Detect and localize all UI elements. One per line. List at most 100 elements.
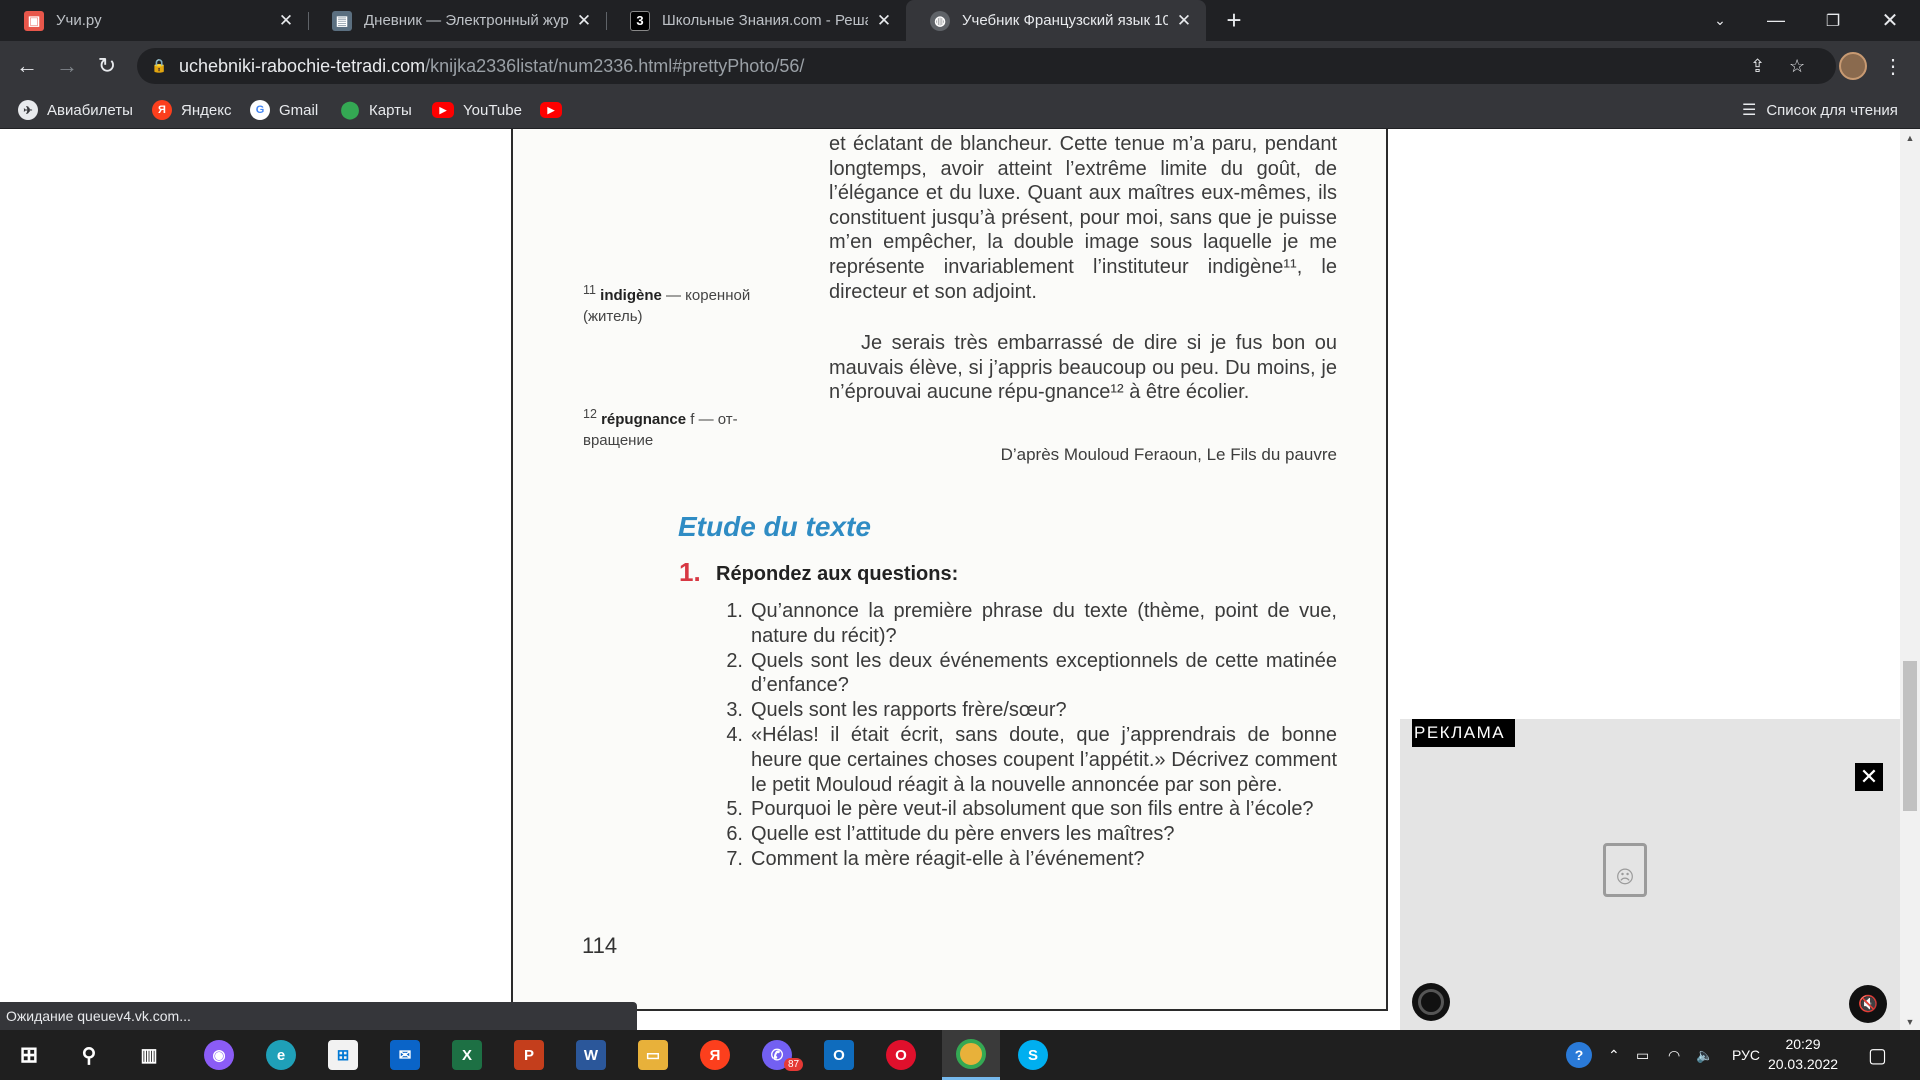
footnote-11: 11 indigène — коренной (житель)	[583, 280, 788, 327]
profile-avatar[interactable]	[1837, 50, 1869, 82]
language-indicator[interactable]: РУС	[1732, 1030, 1760, 1080]
question-item: 1. Qu’annonce la première phrase du texte…	[713, 599, 1337, 649]
tray-overflow-icon[interactable]: ⌃	[1608, 1030, 1620, 1080]
footnote-12: 12 répugnance f — от-вращение	[583, 404, 788, 451]
reload-icon[interactable]: ↻	[91, 50, 123, 82]
taskbar-outlook[interactable]: O	[810, 1030, 868, 1080]
bookmark-yandex[interactable]: Я Яндекс	[152, 91, 231, 129]
bookmark-star-icon[interactable]: ☆	[1789, 48, 1805, 84]
edge-icon: e	[266, 1040, 296, 1070]
skype-icon: S	[1018, 1040, 1048, 1070]
yandex-icon: Я	[700, 1040, 730, 1070]
footnote-term: indigène	[600, 287, 662, 304]
footnote-number: 11	[583, 283, 596, 297]
bookmark-gmail[interactable]: G Gmail	[250, 91, 318, 129]
menu-kebab-icon[interactable]: ⋮	[1877, 50, 1909, 82]
page-scrollbar[interactable]: ▲ ▼	[1900, 129, 1920, 1030]
search-button[interactable]: ⚲	[60, 1030, 118, 1080]
help-icon[interactable]: ?	[1566, 1030, 1592, 1080]
ad-label: РЕКЛАМА	[1412, 719, 1516, 747]
question-item: 4. «Hélas! il était écrit, sans doute, qu…	[713, 723, 1337, 797]
taskbar-skype[interactable]: S	[1004, 1030, 1062, 1080]
mail-icon: ✉	[390, 1040, 420, 1070]
question-number: 2.	[726, 649, 743, 672]
bookmarks-bar: ✈ Авиабилеты Я Яндекс G Gmail ⬤ Карты ▶ …	[0, 91, 1920, 129]
mute-icon[interactable]: 🔇	[1849, 985, 1887, 1023]
tab-search-icon[interactable]: ⌄	[1693, 0, 1747, 41]
scroll-thumb[interactable]	[1903, 661, 1917, 811]
ad-panel[interactable]	[1400, 719, 1900, 1030]
close-tab-icon[interactable]: ✕	[574, 11, 594, 31]
close-tab-icon[interactable]: ✕	[1174, 11, 1194, 31]
outlook-icon: O	[824, 1040, 854, 1070]
question-number: 6.	[726, 823, 743, 846]
reading-list-label: Список для чтения	[1766, 101, 1898, 119]
close-window-button[interactable]: ✕	[1863, 0, 1917, 41]
bookmark-label: Gmail	[279, 101, 319, 119]
taskbar-mail[interactable]: ✉	[376, 1030, 434, 1080]
tab-znanija[interactable]: 3 Школьные Знания.com - Решае ✕	[606, 0, 906, 41]
taskbar-chrome[interactable]	[942, 1030, 1000, 1080]
scroll-down-arrow-icon[interactable]: ▼	[1900, 1013, 1920, 1030]
clock-time: 20:29	[1785, 1036, 1821, 1052]
bookmark-youtube-2[interactable]: ▶	[540, 91, 571, 129]
broken-image-icon: ☹	[1603, 843, 1647, 897]
minimize-button[interactable]: —	[1749, 0, 1803, 41]
taskbar-edge[interactable]: e	[252, 1030, 310, 1080]
bookmark-aviabilety[interactable]: ✈ Авиабилеты	[18, 91, 133, 129]
task-view-button[interactable]: ▥	[120, 1030, 178, 1080]
start-button[interactable]: ⊞	[0, 1030, 58, 1080]
word-icon: W	[576, 1040, 606, 1070]
taskbar-alice[interactable]: ◉	[190, 1030, 248, 1080]
close-tab-icon[interactable]: ✕	[276, 11, 296, 31]
lock-icon[interactable]: 🔒	[151, 58, 171, 74]
reading-list-button[interactable]: ☰ Список для чтения	[1742, 91, 1898, 129]
tab-uchebnik[interactable]: ◍ Учебник Французский язык 10- ✕	[906, 0, 1206, 41]
question-item: 6. Quelle est l’attitude du père envers l…	[713, 822, 1337, 847]
taskbar-powerpoint[interactable]: P	[500, 1030, 558, 1080]
taskbar-store[interactable]: ⊞	[314, 1030, 372, 1080]
url-path: /knijka2336listat/num2336.html#prettyPho…	[425, 55, 805, 76]
taskbar-explorer[interactable]: ▭	[624, 1030, 682, 1080]
share-icon[interactable]: ⇪	[1750, 48, 1765, 84]
question-text: Quelle est l’attitude du père envers les…	[751, 823, 1175, 846]
address-bar[interactable]: 🔒 uchebniki-rabochie-tetradi.com/knijka2…	[137, 48, 1836, 84]
chrome-icon	[956, 1038, 986, 1069]
question-number: 4.	[726, 723, 743, 746]
question-number: 3.	[726, 699, 743, 722]
system-clock[interactable]: 20:29 20.03.2022	[1762, 1034, 1844, 1074]
battery-icon[interactable]: ▭	[1636, 1030, 1649, 1080]
scroll-up-arrow-icon[interactable]: ▲	[1900, 129, 1920, 146]
page-content: et éclatant de blancheur. Cette tenue m’…	[0, 129, 1920, 1030]
search-icon: ⚲	[81, 1044, 97, 1067]
diary-icon: ▤	[332, 10, 352, 31]
opera-icon: O	[886, 1040, 916, 1070]
tab-title: Школьные Знания.com - Решае	[662, 12, 868, 29]
back-arrow-icon[interactable]: ←	[11, 50, 43, 82]
new-tab-button[interactable]: +	[1220, 5, 1248, 35]
ad-close-icon[interactable]: ✕	[1855, 763, 1883, 791]
bookmark-youtube[interactable]: ▶ YouTube	[432, 91, 522, 129]
question-text: Qu’annonce la première phrase du texte (…	[751, 600, 1337, 647]
taskbar-excel[interactable]: X	[438, 1030, 496, 1080]
status-bubble: Ожидание queuev4.vk.com...	[0, 1002, 637, 1030]
restore-button[interactable]: ❐	[1806, 0, 1860, 41]
ad-play-button[interactable]	[1412, 983, 1450, 1021]
notifications-icon[interactable]: ▢	[1868, 1030, 1887, 1080]
taskbar-opera[interactable]: O	[872, 1030, 930, 1080]
forward-arrow-icon[interactable]: →	[51, 50, 83, 82]
taskbar-viber[interactable]: ✆ 87	[748, 1030, 806, 1080]
tab-title: Учи.ру	[56, 12, 102, 29]
taskbar-word[interactable]: W	[562, 1030, 620, 1080]
source-attribution: D’après Mouloud Feraoun, Le Fils du pauv…	[1000, 445, 1337, 464]
tab-dnevnik[interactable]: ▤ Дневник — Электронный журн ✕	[308, 0, 606, 41]
network-icon[interactable]: ◠	[1668, 1030, 1680, 1080]
windows-icon: ⊞	[19, 1042, 39, 1067]
exercise-number: 1.	[679, 557, 701, 587]
tab-uchi[interactable]: ▣ Учи.ру ✕	[0, 0, 308, 41]
bookmark-maps[interactable]: ⬤ Карты	[340, 91, 411, 129]
close-tab-icon[interactable]: ✕	[874, 11, 894, 31]
question-item: 5. Pourquoi le père veut-il absolument qu…	[713, 797, 1337, 822]
taskbar-yandex-browser[interactable]: Я	[686, 1030, 744, 1080]
volume-icon[interactable]: 🔈	[1696, 1030, 1713, 1080]
